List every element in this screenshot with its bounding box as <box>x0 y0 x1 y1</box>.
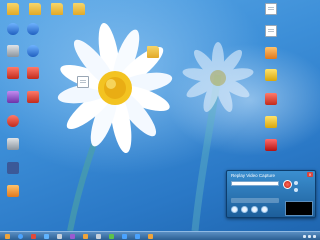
desktop-icon[interactable] <box>142 46 164 70</box>
folder-icon <box>29 3 41 15</box>
app-icon <box>70 233 75 239</box>
desktop-icon[interactable] <box>24 3 46 27</box>
app-icon <box>122 233 127 239</box>
taskbar-button[interactable] <box>93 232 104 240</box>
app-icon <box>27 91 39 103</box>
desktop-icon[interactable] <box>260 139 282 163</box>
app-icon <box>109 233 114 239</box>
desktop-icon[interactable] <box>260 3 282 27</box>
volume-icon[interactable] <box>313 235 316 238</box>
circle-icon <box>294 181 298 185</box>
taskbar-button[interactable] <box>119 232 130 240</box>
opera-icon <box>7 115 19 127</box>
taskbar-button[interactable] <box>2 232 13 240</box>
control-buttons <box>231 206 268 213</box>
replay-video-capture-widget[interactable]: Replay Video Capture × <box>226 170 316 218</box>
desktop-icon[interactable] <box>260 93 282 117</box>
app-icon <box>148 233 153 239</box>
app-icon <box>44 233 49 239</box>
desktop-icon[interactable] <box>2 45 24 69</box>
capture-button[interactable] <box>231 198 279 203</box>
side-button[interactable] <box>294 181 299 185</box>
taskbar <box>0 231 320 240</box>
desktop-icon[interactable] <box>260 25 282 49</box>
desktop-icon[interactable] <box>2 162 24 186</box>
desktop-icon[interactable] <box>46 3 68 27</box>
pause-icon <box>241 206 248 213</box>
app-icon <box>7 45 19 57</box>
browser-icon <box>18 233 23 239</box>
taskbar-button[interactable] <box>54 232 65 240</box>
taskbar-button[interactable] <box>41 232 52 240</box>
app-icon <box>135 233 140 239</box>
taskbar-button[interactable] <box>67 232 78 240</box>
desktop-icon[interactable] <box>68 3 90 27</box>
app-icon <box>7 91 19 103</box>
desktop-icon[interactable] <box>2 115 24 139</box>
desktop-icon[interactable] <box>2 67 24 91</box>
app-icon <box>96 233 101 239</box>
pdf-icon <box>265 139 277 151</box>
control-button[interactable] <box>251 206 258 213</box>
control-button[interactable] <box>231 206 238 213</box>
taskbar-button[interactable] <box>15 232 26 240</box>
desktop-icon[interactable] <box>22 67 44 91</box>
app-icon <box>7 185 19 197</box>
app-icon <box>7 23 19 35</box>
gear-icon <box>294 188 298 192</box>
record-icon <box>231 206 238 213</box>
stop-icon <box>251 206 258 213</box>
taskbar-button[interactable] <box>106 232 117 240</box>
folder-icon <box>73 3 85 15</box>
app-icon <box>57 233 62 239</box>
control-button[interactable] <box>241 206 248 213</box>
app-icon <box>265 47 277 59</box>
app-icon <box>31 233 36 239</box>
control-button[interactable] <box>261 206 268 213</box>
explorer-icon <box>5 233 10 239</box>
document-icon <box>265 25 277 37</box>
desktop-icon[interactable] <box>22 45 44 69</box>
system-tray <box>303 232 318 240</box>
document-icon <box>77 76 89 88</box>
desktop-icon[interactable] <box>260 47 282 71</box>
taskbar-button[interactable] <box>132 232 143 240</box>
preview-pane <box>285 201 313 216</box>
desktop-icon[interactable] <box>2 91 24 115</box>
document-icon <box>265 3 277 15</box>
facebook-icon <box>7 162 19 174</box>
desktop-icon[interactable] <box>72 76 94 100</box>
app-icon <box>7 138 19 150</box>
widget-title: Replay Video Capture <box>231 173 275 178</box>
app-icon <box>27 67 39 79</box>
app-icon <box>265 116 277 128</box>
taskbar-button[interactable] <box>80 232 91 240</box>
folder-icon <box>7 3 19 15</box>
app-icon <box>265 93 277 105</box>
desktop-icon[interactable] <box>2 138 24 162</box>
edit-icon <box>261 206 268 213</box>
desktop-icon[interactable] <box>260 69 282 93</box>
app-icon <box>265 69 277 81</box>
record-button[interactable] <box>283 180 292 189</box>
app-icon <box>83 233 88 239</box>
desktop-icon[interactable] <box>2 185 24 209</box>
network-icon[interactable] <box>308 235 311 238</box>
close-button[interactable]: × <box>307 172 313 177</box>
taskbar-button[interactable] <box>28 232 39 240</box>
desktop-icon[interactable] <box>260 116 282 140</box>
side-button[interactable] <box>294 188 299 192</box>
taskbar-button[interactable] <box>145 232 156 240</box>
folder-icon <box>51 3 63 15</box>
folder-icon <box>147 46 159 58</box>
app-icon <box>27 45 39 57</box>
desktop-icon[interactable] <box>22 91 44 115</box>
recording-input[interactable] <box>231 181 279 186</box>
tray-icon[interactable] <box>303 235 306 238</box>
desktop[interactable]: Replay Video Capture × <box>0 0 320 231</box>
app-icon <box>7 67 19 79</box>
desktop-icon[interactable] <box>2 23 24 47</box>
